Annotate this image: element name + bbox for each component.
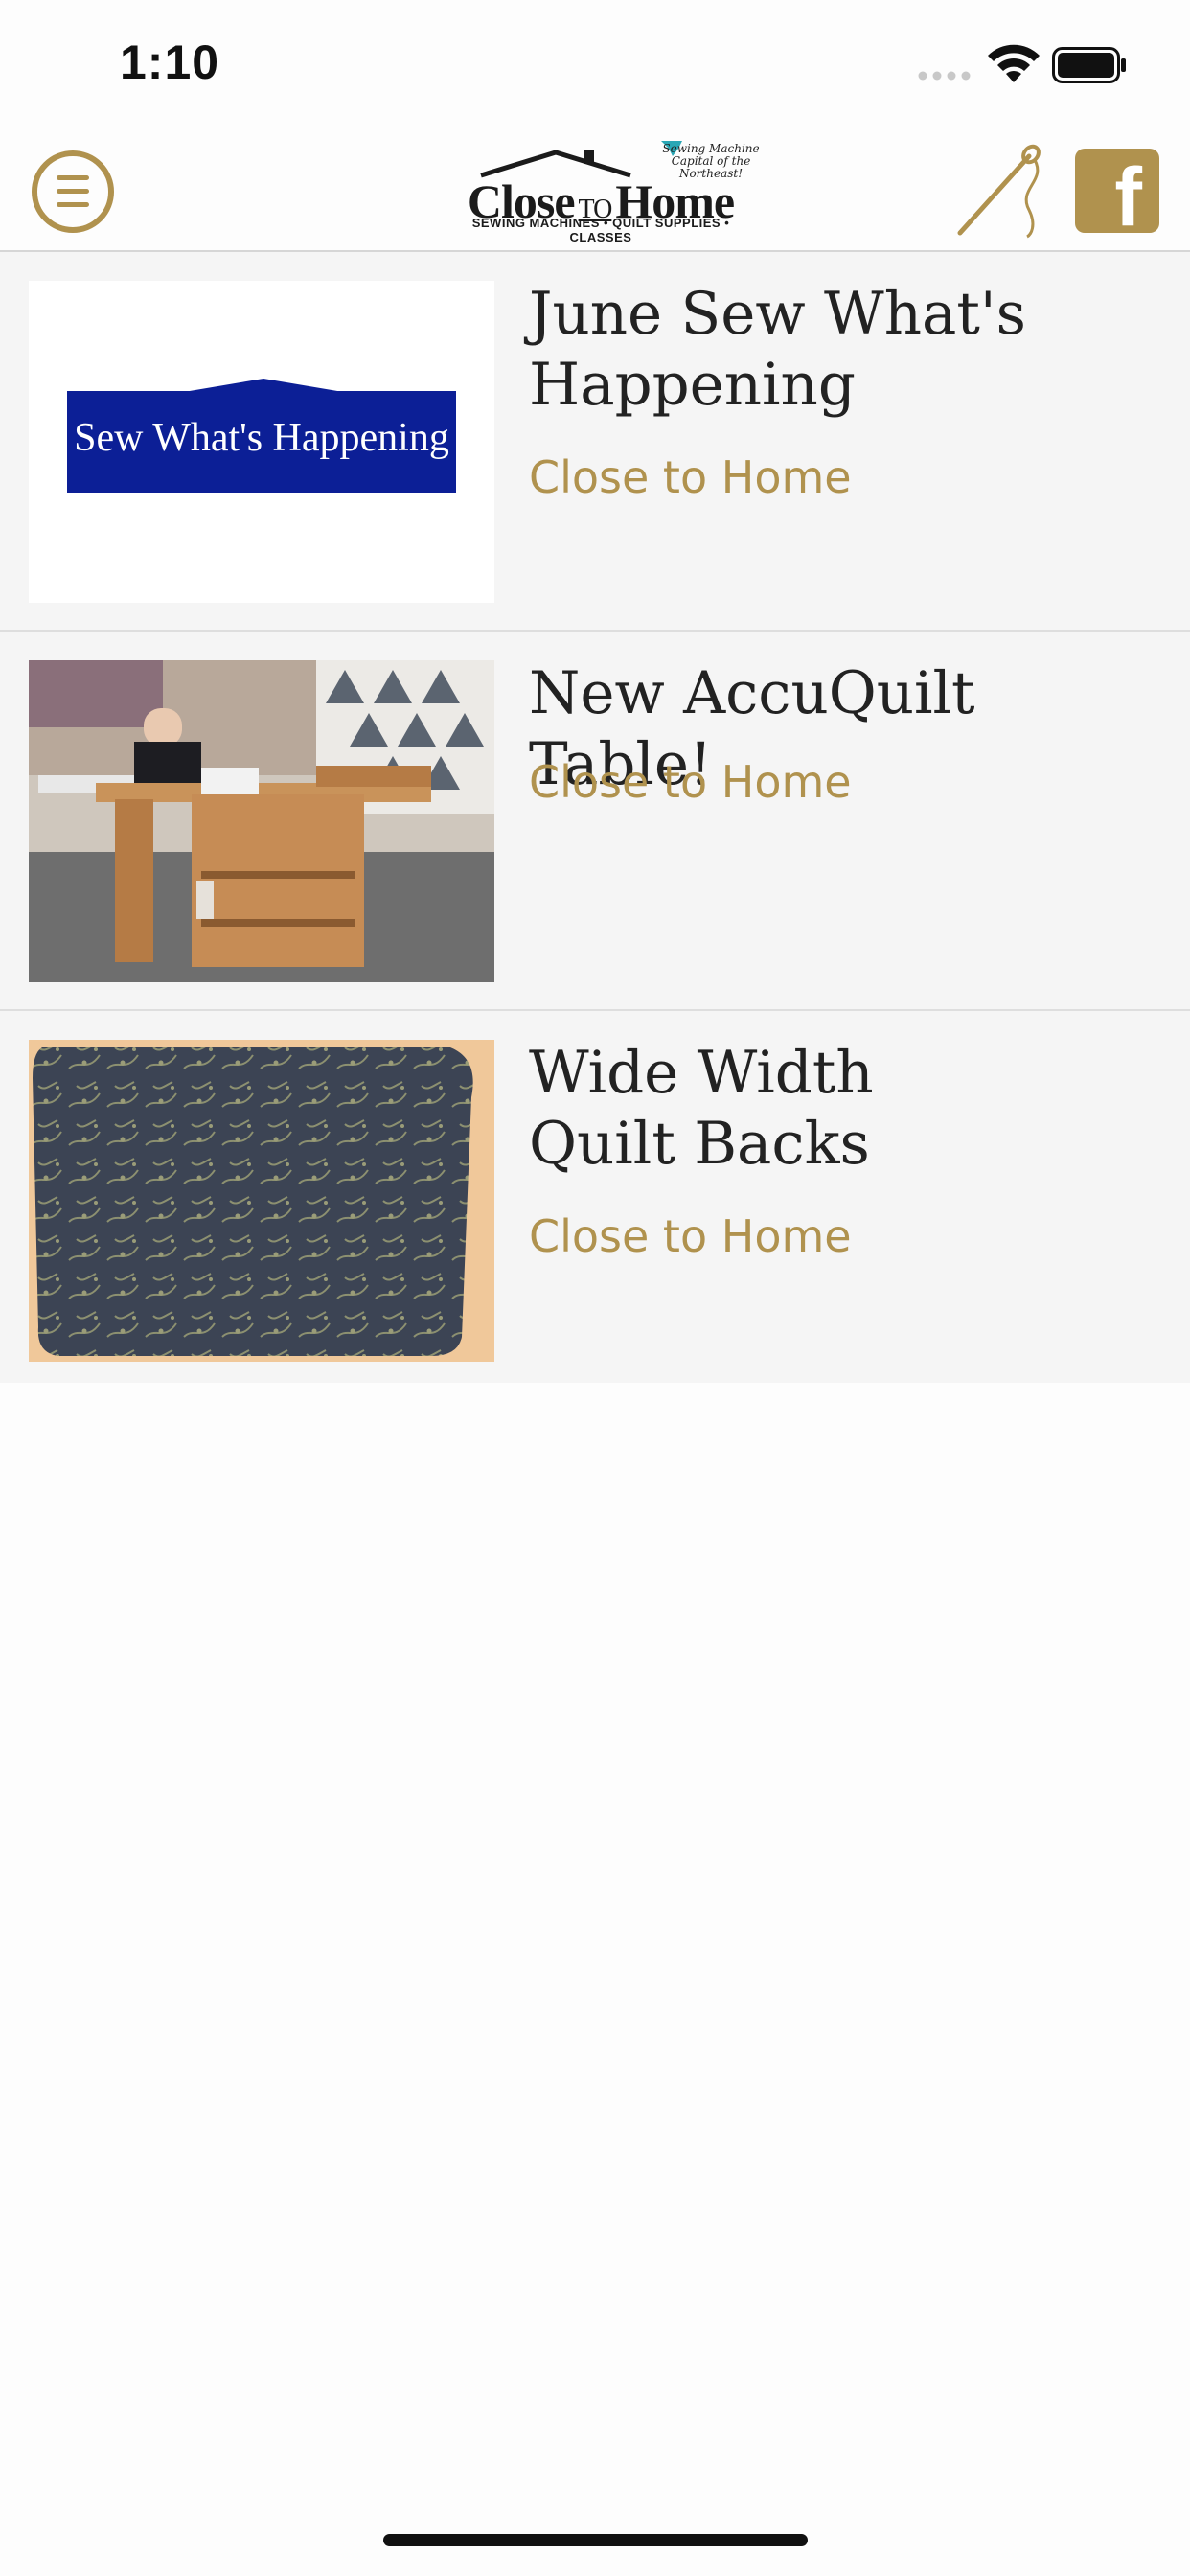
menu-button[interactable] (32, 150, 114, 233)
close-to-home-logo: Sewing Machine Capital of the Northeast!… (443, 135, 760, 244)
list-item[interactable]: New AccuQuilt Table! Close to Home (0, 632, 1190, 1011)
facebook-icon: f (1114, 151, 1142, 243)
logo-subtitle: SEWING MACHINES • QUILT SUPPLIES • CLASS… (471, 216, 730, 244)
item-title: June Sew What's Happening (529, 280, 1026, 419)
needle-thread-icon[interactable] (954, 143, 1046, 239)
menu-icon (57, 202, 89, 207)
list-item[interactable]: Wide Width Quilt Backs Close to Home (0, 1011, 1190, 1383)
status-time: 1:10 (120, 35, 220, 89)
home-indicator[interactable] (383, 2534, 808, 2546)
app-header: Sewing Machine Capital of the Northeast!… (0, 129, 1190, 252)
item-thumbnail (29, 660, 494, 982)
quilt-fabric-photo (29, 1040, 494, 1362)
item-source: Close to Home (529, 1210, 852, 1262)
item-source: Close to Home (529, 756, 852, 808)
item-title: Wide Width Quilt Backs (529, 1039, 874, 1178)
menu-icon (57, 175, 89, 180)
cellular-signal-icon (918, 71, 971, 80)
status-bar: 1:10 (0, 0, 1190, 129)
wifi-icon (988, 44, 1040, 82)
feed-list: Sew What's Happening June Sew What's Hap… (0, 252, 1190, 1383)
thumbnail-text: Sew What's Happening (74, 416, 449, 460)
item-thumbnail (29, 1040, 494, 1362)
item-source: Close to Home (529, 451, 852, 503)
accuquilt-table-photo (29, 660, 494, 982)
battery-icon (1052, 47, 1126, 83)
list-item[interactable]: Sew What's Happening June Sew What's Hap… (0, 252, 1190, 632)
item-thumbnail: Sew What's Happening (29, 281, 494, 603)
facebook-button[interactable]: f (1075, 149, 1159, 239)
menu-icon (57, 189, 89, 194)
